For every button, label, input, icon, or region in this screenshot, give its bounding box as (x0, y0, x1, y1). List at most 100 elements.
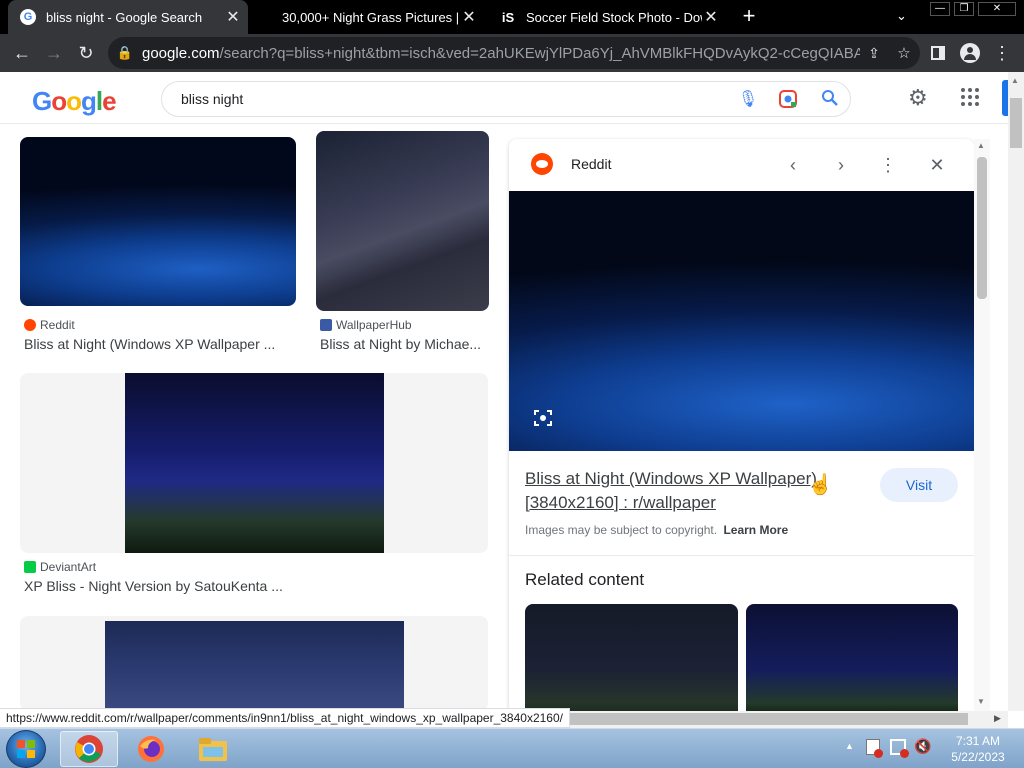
taskbar-chrome[interactable] (60, 731, 118, 767)
search-icon[interactable] (810, 89, 850, 110)
tab-title: bliss night - Google Search (46, 9, 203, 25)
tab-soccer-field[interactable]: iS Soccer Field Stock Photo - Downl ✕ (490, 0, 726, 34)
related-content-heading: Related content (525, 570, 645, 589)
settings-gear-icon[interactable]: ⚙ (908, 85, 928, 111)
reddit-icon (24, 319, 36, 331)
minimize-icon[interactable]: — (930, 2, 950, 16)
clock-time: 7:31 AM (955, 734, 1001, 748)
browser-toolbar: ← → ↻ 🔒 google.com/search?q=bliss+night&… (0, 34, 1024, 72)
result-source-label: DeviantArt (40, 560, 97, 574)
tray-expand-icon[interactable]: ▲ (845, 741, 854, 751)
page-scroll-up-icon[interactable]: ▲ (1011, 76, 1019, 85)
lens-camera-icon[interactable] (766, 89, 810, 109)
tab-google-search[interactable]: G bliss night - Google Search ✕ (8, 0, 248, 34)
copyright-notice: Images may be subject to copyright. Lear… (525, 523, 788, 537)
result-title-2[interactable]: Bliss at Night by Michae... (320, 336, 488, 352)
side-panel-icon[interactable] (926, 41, 950, 65)
microphone-icon[interactable]: 🎙 (730, 89, 766, 109)
result-source-label: Reddit (40, 318, 75, 332)
panel-scroll-down-icon[interactable]: ▼ (977, 697, 985, 706)
new-tab-button[interactable]: + (738, 5, 760, 29)
taskbar: ▲ 🔇 7:31 AM 5/22/2023 (0, 728, 1024, 768)
hand-cursor-icon: ☝ (808, 474, 833, 496)
close-window-icon[interactable]: ✕ (978, 2, 1016, 16)
page-scrollbar-thumb[interactable] (1010, 98, 1022, 148)
chrome-icon (75, 735, 103, 763)
windows-logo-icon (17, 740, 35, 758)
learn-more-link[interactable]: Learn More (723, 523, 788, 537)
page-scrollbar[interactable] (1008, 72, 1024, 711)
clock-date: 5/22/2023 (951, 750, 1005, 764)
wallpaperhub-icon (320, 319, 332, 331)
tab-strip: G bliss night - Google Search ✕ 30,000+ … (0, 0, 1024, 34)
action-center-icon[interactable] (866, 739, 883, 758)
url-host: google.com (142, 44, 220, 62)
image-preview-panel: Reddit ‹ › ⋮ ✕ Bliss at Night (Windows X… (509, 139, 974, 711)
close-tab-icon[interactable]: ✕ (702, 7, 720, 27)
scroll-right-icon[interactable]: ▶ (994, 713, 1001, 724)
more-options-icon[interactable]: ⋮ (876, 153, 900, 177)
volume-muted-icon[interactable]: 🔇 (914, 738, 931, 755)
horizontal-scrollbar-thumb[interactable] (560, 713, 968, 725)
preview-image[interactable] (509, 191, 974, 451)
link-status-bar: https://www.reddit.com/r/wallpaper/comme… (0, 708, 570, 728)
panel-scroll-up-icon[interactable]: ▲ (977, 141, 985, 150)
result-image-2[interactable] (316, 131, 489, 311)
result-source-2[interactable]: WallpaperHub (320, 318, 412, 332)
panel-scrollbar-thumb[interactable] (977, 157, 987, 299)
related-image-1[interactable] (525, 604, 738, 711)
tab-title: 30,000+ Night Grass Pictures | D (282, 9, 460, 25)
next-icon[interactable]: › (829, 153, 853, 177)
back-icon[interactable]: ← (10, 41, 34, 65)
taskbar-firefox[interactable] (122, 731, 180, 767)
previous-icon[interactable]: ‹ (781, 153, 805, 177)
profile-avatar-icon[interactable] (958, 41, 982, 65)
search-input[interactable]: bliss night 🎙 (161, 81, 851, 117)
firefox-icon (138, 736, 164, 762)
forward-icon[interactable]: → (42, 41, 66, 65)
network-icon[interactable] (890, 739, 909, 758)
taskbar-explorer[interactable] (184, 731, 242, 767)
google-logo[interactable]: Google (32, 86, 117, 117)
reddit-icon (531, 153, 553, 175)
related-image-2[interactable] (746, 604, 958, 711)
search-query: bliss night (181, 91, 244, 107)
tab-search-icon[interactable]: ⌄ (896, 8, 907, 24)
google-header: Google bliss night 🎙 ⚙ (0, 72, 1008, 124)
result-title-1[interactable]: Bliss at Night (Windows XP Wallpaper ... (24, 336, 296, 352)
start-button[interactable] (6, 730, 46, 768)
istock-icon: iS (501, 9, 515, 25)
reload-icon[interactable]: ↻ (74, 41, 98, 65)
bookmark-star-icon[interactable]: ☆ (888, 44, 920, 62)
restore-icon[interactable]: ❐ (954, 2, 974, 16)
visit-button[interactable]: Visit (880, 468, 958, 502)
result-title-3[interactable]: XP Bliss - Night Version by SatouKenta .… (24, 578, 464, 594)
copyright-text: Images may be subject to copyright. (525, 523, 718, 537)
apps-grid-icon[interactable] (960, 87, 980, 107)
lens-search-icon[interactable] (531, 406, 555, 430)
result-image-4[interactable] (105, 621, 404, 711)
google-icon: G (20, 9, 36, 25)
panel-title-link[interactable]: Bliss at Night (Windows XP Wallpaper) [3… (525, 467, 855, 515)
system-clock[interactable]: 7:31 AM 5/22/2023 (938, 733, 1018, 765)
address-bar[interactable]: 🔒 google.com/search?q=bliss+night&tbm=is… (108, 37, 920, 69)
result-source-3[interactable]: DeviantArt (24, 560, 96, 574)
lock-icon[interactable]: 🔒 (108, 45, 142, 61)
result-source-1[interactable]: Reddit (24, 318, 75, 332)
close-tab-icon[interactable]: ✕ (224, 7, 242, 27)
result-image-1[interactable] (20, 137, 296, 306)
close-tab-icon[interactable]: ✕ (460, 7, 478, 27)
folder-icon (199, 738, 227, 761)
deviantart-icon (24, 561, 36, 573)
result-image-3[interactable] (125, 373, 384, 553)
tab-title: Soccer Field Stock Photo - Downl (526, 9, 702, 25)
panel-source[interactable]: Reddit (571, 156, 611, 172)
tab-night-grass[interactable]: 30,000+ Night Grass Pictures | D ✕ (262, 0, 484, 34)
panel-title-line1: Bliss at Night (Windows XP Wallpaper) (525, 469, 817, 488)
menu-kebab-icon[interactable]: ⋮ (990, 41, 1014, 65)
close-panel-icon[interactable]: ✕ (925, 153, 949, 177)
panel-divider (509, 555, 974, 556)
url-path: /search?q=bliss+night&tbm=isch&ved=2ahUK… (219, 44, 860, 62)
share-icon[interactable]: ⇪ (860, 45, 888, 62)
panel-title-line2: [3840x2160] : r/wallpaper (525, 493, 716, 512)
